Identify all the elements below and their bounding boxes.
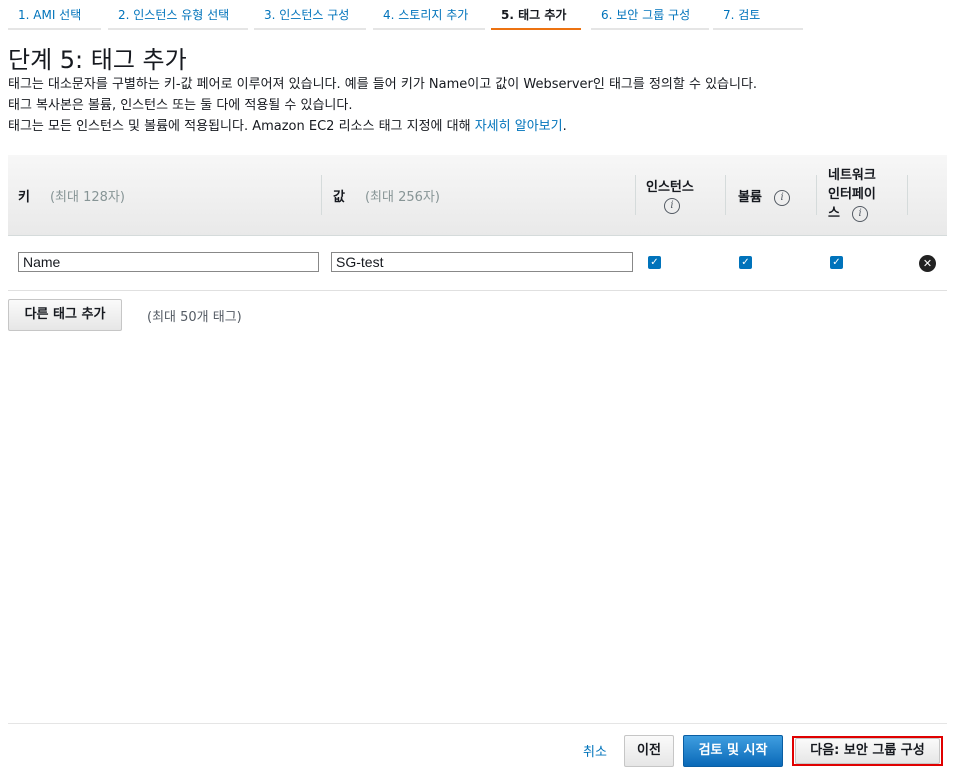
description-line-2: 태그 복사본은 볼륨, 인스턴스 또는 둘 다에 적용될 수 있습니다. [8, 98, 353, 113]
column-divider [635, 175, 636, 215]
add-tag-button[interactable]: 다른 태그 추가 [8, 299, 122, 331]
page-title: 단계 5: 태그 추가 [8, 46, 187, 74]
instances-checkbox[interactable]: ✓ [648, 256, 661, 269]
tab-step-4[interactable]: 4. 스토리지 추가 [373, 0, 485, 30]
tab-step-1[interactable]: 1. AMI 선택 [8, 0, 101, 30]
instances-column-header: 인스턴스 i [646, 176, 716, 214]
learn-more-link[interactable]: 자세히 알아보기 [475, 119, 563, 134]
previous-button[interactable]: 이전 [624, 735, 674, 767]
column-divider [321, 175, 322, 215]
info-icon[interactable]: i [852, 205, 869, 222]
key-column-header: 키 (최대 128자) [18, 186, 125, 205]
key-header-label: 키 [18, 190, 30, 205]
volumes-header-label: 볼륨 [738, 190, 762, 205]
tag-key-input[interactable] [18, 252, 319, 272]
network-header-line-2: 인터페이 [828, 187, 876, 202]
table-row: ✓ ✓ ✓ ✕ [8, 236, 947, 291]
info-icon[interactable]: i [664, 198, 680, 214]
footer-divider [8, 723, 947, 724]
remove-circle-icon[interactable]: ✕ [919, 255, 936, 272]
description-line-3: 태그는 모든 인스턴스 및 볼륨에 적용됩니다. Amazon EC2 리소스 … [8, 115, 567, 134]
description-line-1: 태그는 대소문자를 구별하는 키-값 페어로 이루어져 있습니다. 예를 들어 … [8, 77, 758, 92]
value-header-label: 값 [333, 190, 345, 205]
column-divider [907, 175, 908, 215]
column-divider [816, 175, 817, 215]
instances-header-label: 인스턴스 [646, 180, 694, 195]
description-line-3-text: 태그는 모든 인스턴스 및 볼륨에 적용됩니다. Amazon EC2 리소스 … [8, 119, 471, 134]
tags-table-header: 키 (최대 128자) 값 (최대 256자) 인스턴스 i 볼륨 i 네트워크 인… [8, 155, 947, 236]
tab-step-7[interactable]: 7. 검토 [713, 0, 803, 30]
value-column-header: 값 (최대 256자) [333, 186, 440, 205]
highlight-box [792, 736, 943, 766]
column-divider [725, 175, 726, 215]
review-and-launch-button[interactable]: 검토 및 시작 [683, 735, 783, 767]
tag-value-input[interactable] [331, 252, 633, 272]
info-icon[interactable]: i [774, 189, 791, 206]
network-column-header: 네트워크 인터페이 스 i [828, 166, 876, 223]
volumes-checkbox[interactable]: ✓ [739, 256, 752, 269]
network-header-line-1: 네트워크 [828, 168, 876, 183]
max-tags-note: (최대 50개 태그) [147, 310, 242, 325]
tab-step-5[interactable]: 5. 태그 추가 [491, 0, 581, 30]
network-header-line-3: 스 [828, 206, 840, 221]
key-header-hint: (최대 128자) [49, 190, 125, 205]
tab-step-6[interactable]: 6. 보안 그룹 구성 [591, 0, 709, 30]
cancel-link[interactable]: 취소 [583, 741, 607, 760]
volumes-column-header: 볼륨 i [738, 186, 791, 206]
description-line-3-end: . [562, 119, 567, 134]
network-interfaces-checkbox[interactable]: ✓ [830, 256, 843, 269]
value-header-hint: (최대 256자) [364, 190, 440, 205]
tab-step-2[interactable]: 2. 인스턴스 유형 선택 [108, 0, 248, 30]
tab-step-3[interactable]: 3. 인스턴스 구성 [254, 0, 366, 30]
